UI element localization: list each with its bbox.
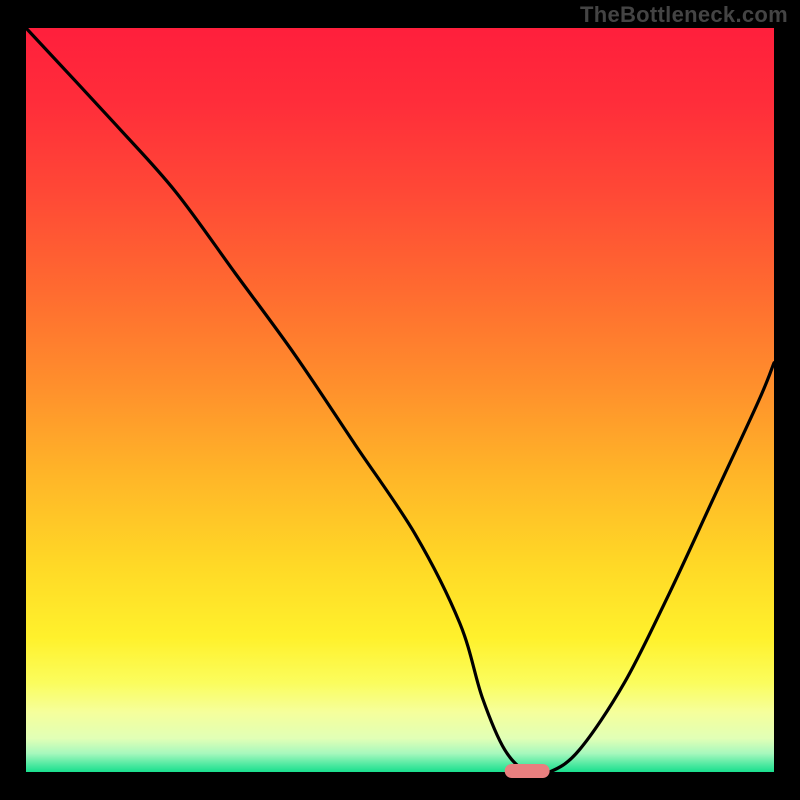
chart-root: TheBottleneck.com: [0, 0, 800, 800]
plot-area: [26, 28, 774, 772]
minimum-marker: [505, 764, 550, 778]
watermark-label: TheBottleneck.com: [580, 2, 788, 28]
chart-svg: [0, 0, 800, 800]
